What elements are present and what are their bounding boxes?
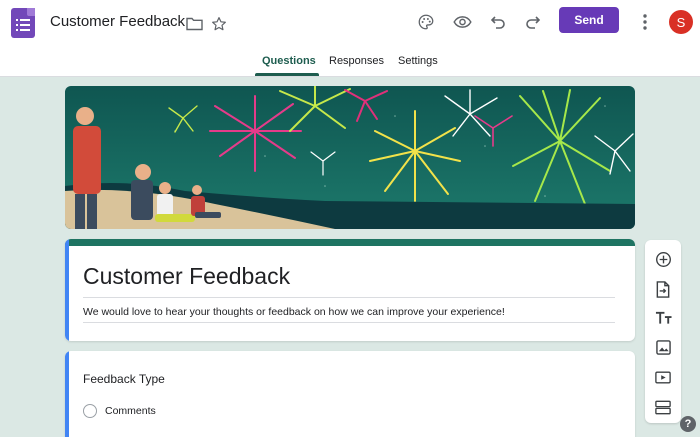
palette-icon[interactable] — [414, 10, 438, 34]
send-button[interactable]: Send — [559, 7, 619, 33]
active-tab-indicator — [255, 73, 319, 76]
divider — [83, 322, 615, 323]
top-bar: Customer Feedback Send S Questions Respo… — [0, 0, 700, 77]
divider — [83, 297, 615, 298]
header-banner-image — [65, 86, 635, 229]
add-title-icon[interactable] — [651, 306, 675, 330]
forms-logo-icon[interactable] — [11, 8, 35, 38]
theme-color-strip — [65, 239, 635, 246]
document-title[interactable]: Customer Feedback — [50, 13, 185, 30]
avatar[interactable]: S — [669, 10, 693, 34]
active-card-indicator — [65, 351, 69, 437]
side-toolbar — [645, 240, 681, 423]
question-card[interactable]: Feedback Type Comments — [65, 351, 635, 437]
redo-icon[interactable] — [521, 10, 545, 34]
import-questions-icon[interactable] — [651, 277, 675, 301]
tab-questions[interactable]: Questions — [262, 55, 316, 67]
add-image-icon[interactable] — [651, 335, 675, 359]
form-description[interactable]: We would love to hear your thoughts or f… — [83, 306, 505, 318]
star-icon[interactable] — [207, 12, 231, 36]
form-title-card[interactable]: Customer Feedback We would love to hear … — [65, 239, 635, 341]
add-video-icon[interactable] — [651, 365, 675, 389]
option-label[interactable]: Comments — [105, 405, 156, 417]
folder-icon[interactable] — [182, 12, 206, 36]
add-section-icon[interactable] — [651, 395, 675, 419]
eye-icon[interactable] — [450, 10, 474, 34]
undo-icon[interactable] — [486, 10, 510, 34]
help-icon[interactable]: ? — [680, 416, 696, 432]
active-card-indicator — [65, 239, 69, 341]
tab-settings[interactable]: Settings — [398, 55, 438, 67]
add-question-icon[interactable] — [651, 247, 675, 271]
more-vert-icon[interactable] — [633, 10, 657, 34]
question-title[interactable]: Feedback Type — [83, 372, 165, 386]
radio-button[interactable] — [83, 404, 97, 418]
form-title[interactable]: Customer Feedback — [83, 263, 290, 290]
tab-responses[interactable]: Responses — [329, 55, 384, 67]
